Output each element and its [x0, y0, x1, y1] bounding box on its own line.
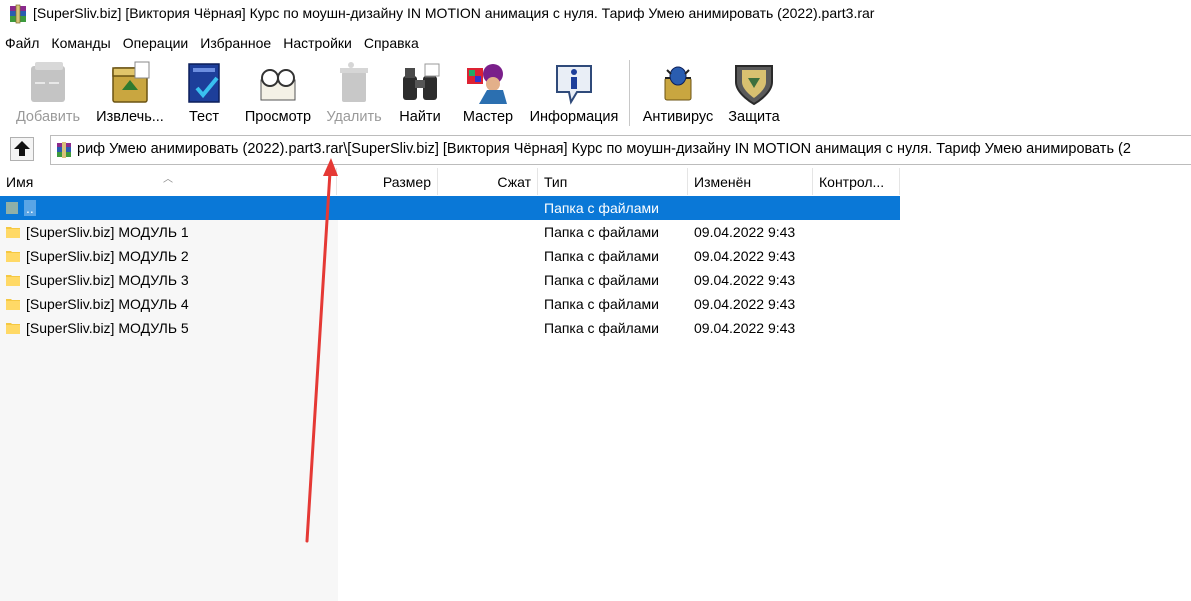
folder-icon [6, 227, 20, 238]
table-row[interactable]: [SuperSliv.biz] МОДУЛЬ 2 Папка с файлами… [0, 244, 900, 268]
table-row[interactable]: [SuperSliv.biz] МОДУЛЬ 3 Папка с файлами… [0, 268, 900, 292]
binoculars-icon [403, 63, 440, 100]
row-type: Папка с файлами [544, 296, 659, 312]
extract-icon [112, 61, 150, 103]
delete-icon [340, 62, 368, 102]
row-type: Папка с файлами [544, 200, 659, 216]
table-row[interactable]: [SuperSliv.biz] МОДУЛЬ 1 Папка с файлами… [0, 220, 900, 244]
menu-help[interactable]: Справка [359, 33, 426, 53]
view-label: Просмотр [244, 109, 312, 125]
find-label: Найти [399, 109, 441, 125]
toolbar: Добавить Извлечь... Тест Просмотр Удалит… [0, 56, 1191, 130]
column-modified[interactable]: Изменён [688, 168, 813, 195]
view-icon [260, 69, 296, 101]
toolbar-separator [629, 60, 630, 126]
extract-button[interactable]: Извлечь... [90, 56, 170, 130]
shield-icon [735, 65, 773, 106]
info-icon [556, 65, 592, 105]
column-crc[interactable]: Контрол... [813, 168, 900, 195]
delete-label: Удалить [326, 109, 382, 125]
folder-icon [6, 275, 20, 286]
folder-icon [6, 299, 20, 310]
row-modified: 09.04.2022 9:43 [694, 248, 796, 264]
row-name: [SuperSliv.biz] МОДУЛЬ 3 [26, 272, 189, 288]
menu-favorites[interactable]: Избранное [195, 33, 278, 53]
table-row[interactable]: [SuperSliv.biz] МОДУЛЬ 5 Папка с файлами… [0, 316, 900, 340]
title-bar: [SuperSliv.biz] [Виктория Чёрная] Курс п… [0, 0, 1191, 30]
delete-button[interactable]: Удалить [322, 56, 386, 130]
table-row[interactable]: [SuperSliv.biz] МОДУЛЬ 4 Папка с файлами… [0, 292, 900, 316]
row-modified: 09.04.2022 9:43 [694, 224, 796, 240]
row-modified: 09.04.2022 9:43 [694, 272, 796, 288]
table-row-parent[interactable]: .. Папка с файлами [0, 196, 900, 220]
info-label: Информация [529, 109, 619, 125]
row-type: Папка с файлами [544, 248, 659, 264]
up-folder-button[interactable] [10, 137, 34, 161]
address-field[interactable]: риф Умею анимировать (2022).part3.rar\[S… [50, 135, 1191, 165]
test-icon [188, 63, 220, 103]
menu-operations[interactable]: Операции [118, 33, 196, 53]
find-button[interactable]: Найти [392, 56, 448, 130]
add-label: Добавить [15, 109, 81, 125]
menu-bar: Файл Команды Операции Избранное Настройк… [0, 33, 426, 53]
window-title: [SuperSliv.biz] [Виктория Чёрная] Курс п… [33, 5, 875, 21]
add-icon [31, 62, 65, 102]
wizard-icon [467, 64, 507, 104]
antivirus-label: Антивирус [642, 109, 714, 125]
parent-folder-icon [6, 202, 18, 214]
address-row: риф Умею анимировать (2022).part3.rar\[S… [0, 131, 1191, 167]
folder-icon [6, 251, 20, 262]
info-button[interactable]: Информация [524, 56, 624, 130]
wizard-button[interactable]: Мастер [456, 56, 520, 130]
menu-commands[interactable]: Команды [46, 33, 117, 53]
view-button[interactable]: Просмотр [240, 56, 316, 130]
wizard-label: Мастер [462, 109, 514, 125]
protect-button[interactable]: Защита [722, 56, 786, 130]
column-packed[interactable]: Сжат [438, 168, 538, 195]
menu-file[interactable]: Файл [0, 33, 46, 53]
row-modified: 09.04.2022 9:43 [694, 320, 796, 336]
bug-icon [664, 66, 692, 101]
row-type: Папка с файлами [544, 224, 659, 240]
test-button[interactable]: Тест [176, 56, 232, 130]
row-type: Папка с файлами [544, 272, 659, 288]
column-name[interactable]: Имя ︿ [0, 168, 337, 195]
address-path: риф Умею анимировать (2022).part3.rar\[S… [77, 141, 1131, 157]
file-list: Имя ︿ Размер Сжат Тип Изменён Контрол...… [0, 168, 1191, 601]
row-name: .. [24, 200, 36, 216]
column-size[interactable]: Размер [337, 168, 438, 195]
folder-icon [6, 323, 20, 334]
column-type[interactable]: Тип [538, 168, 688, 195]
archive-icon [57, 142, 71, 158]
antivirus-button[interactable]: Антивирус [638, 56, 718, 130]
up-arrow-icon [14, 141, 30, 156]
row-name: [SuperSliv.biz] МОДУЛЬ 2 [26, 248, 189, 264]
extract-label: Извлечь... [96, 109, 164, 125]
menu-settings[interactable]: Настройки [278, 33, 359, 53]
add-button[interactable]: Добавить [10, 56, 86, 130]
row-name: [SuperSliv.biz] МОДУЛЬ 1 [26, 224, 189, 240]
row-name: [SuperSliv.biz] МОДУЛЬ 5 [26, 320, 189, 336]
row-name: [SuperSliv.biz] МОДУЛЬ 4 [26, 296, 189, 312]
row-modified: 09.04.2022 9:43 [694, 296, 796, 312]
row-type: Папка с файлами [544, 320, 659, 336]
protect-label: Защита [728, 109, 780, 125]
test-label: Тест [189, 109, 219, 125]
sort-ascending-icon: ︿ [163, 174, 173, 185]
winrar-icon [10, 4, 26, 24]
